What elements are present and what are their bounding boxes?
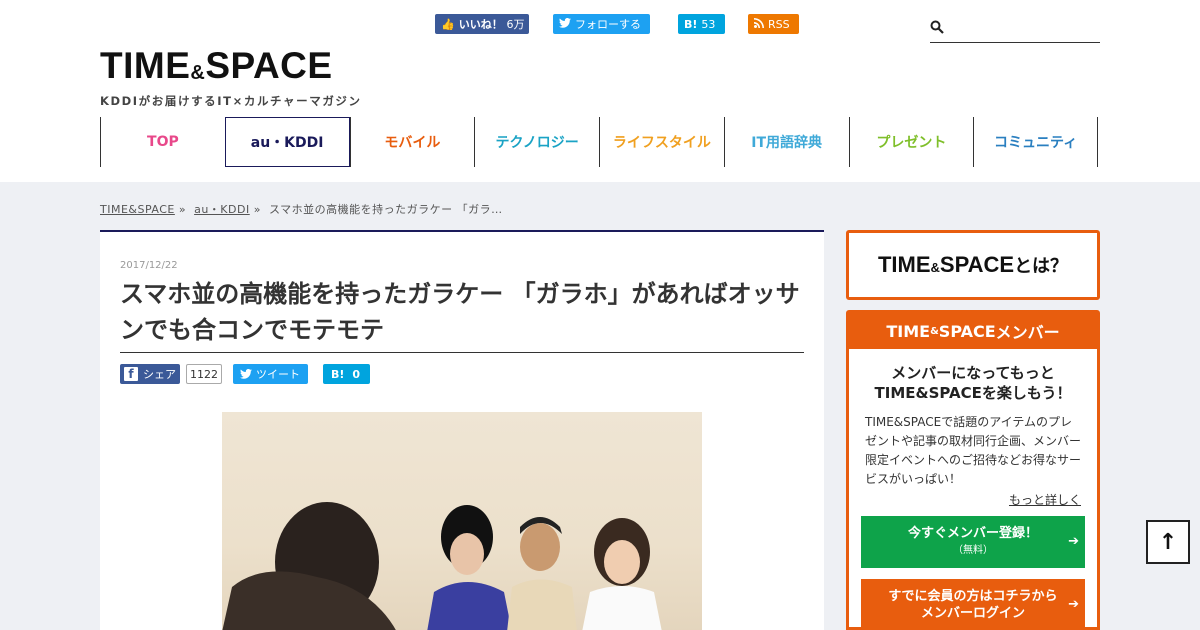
facebook-like-button[interactable]: 👍 いいね！ 6万 — [435, 14, 529, 34]
more-details-link[interactable]: もっと詳しく — [849, 491, 1081, 508]
twitter-follow-button[interactable]: フォローする — [553, 14, 650, 34]
arrow-right-icon: ➔ — [1068, 534, 1079, 549]
breadcrumb-home[interactable]: TIME&SPACE — [100, 203, 175, 216]
member-lead: メンバーになってもっと TIME&SPACEを楽しもう！ — [874, 364, 1072, 402]
article: 2017/12/22 スマホ並の高機能を持ったガラケー 「ガラホ」があればオッサ… — [100, 230, 824, 630]
breadcrumb-current: スマホ並の高機能を持ったガラケー 「ガラ… — [268, 203, 503, 216]
nav-item-7[interactable]: コミュニティ — [973, 117, 1098, 167]
nav-item-5[interactable]: IT用語辞典 — [723, 117, 849, 167]
hatena-bookmark-share-button[interactable]: B! 0 — [323, 364, 370, 384]
nav-item-6[interactable]: プレゼント — [848, 117, 974, 167]
facebook-share-button[interactable]: f シェア — [120, 364, 180, 384]
back-to-top-button[interactable]: ↑ — [1146, 520, 1190, 564]
article-hero-image — [222, 412, 702, 630]
site-header: TIME&SPACE KDDIがお届けするIT×カルチャーマガジン 👍 いいね！… — [0, 0, 1200, 182]
hatena-share-count: 0 — [352, 367, 361, 381]
nav-item-2[interactable]: モバイル — [349, 117, 475, 167]
rss-icon — [754, 17, 764, 31]
hero-photo-illustration — [222, 502, 662, 630]
member-description: TIME&SPACEで話題のアイテムのプレゼントや記事の取材同行企画、メンバー限… — [865, 415, 1082, 486]
search-box — [930, 14, 1100, 43]
like-count: 6万 — [506, 18, 525, 31]
about-time-and-space-banner[interactable]: TIME&SPACEとは？ — [846, 230, 1100, 300]
facebook-share-count: 1122 — [186, 364, 222, 384]
hatena-bookmark-button[interactable]: B! 53 — [678, 14, 725, 34]
hatena-icon: B! — [684, 17, 698, 31]
nav-item-0[interactable]: TOP — [100, 117, 225, 167]
twitter-bird-icon — [240, 369, 252, 379]
member-login-button[interactable]: すでに会員の方はコチラから メンバーログイン ➔ — [861, 579, 1085, 630]
breadcrumb-separator: » — [178, 203, 187, 216]
search-input[interactable] — [950, 16, 1098, 40]
breadcrumb: TIME&SPACE» au・KDDI» スマホ並の高機能を持ったガラケー 「ガ… — [100, 201, 503, 217]
member-panel: TIME & SPACE メンバー メンバーになってもっと TIME&SPACEを楽… — [846, 310, 1100, 630]
article-date: 2017/12/22 — [120, 260, 178, 271]
main-nav: TOP au・KDDI モバイル テクノロジー ライフスタイル IT用語辞典 プレゼント コミ… — [100, 117, 1098, 167]
arrow-up-icon: ↑ — [1158, 529, 1178, 555]
member-register-button[interactable]: 今すぐメンバー登録！ （無料） ➔ — [861, 516, 1085, 568]
tweet-button[interactable]: ツイート — [233, 364, 308, 384]
facebook-icon: f — [124, 367, 138, 381]
site-logo[interactable]: TIME&SPACE KDDIがお届けするIT×カルチャーマガジン — [100, 46, 362, 109]
logo-wordmark: TIME&SPACE — [100, 45, 333, 86]
rss-button[interactable]: RSS — [748, 14, 799, 34]
about-banner-text: TIME&SPACEとは？ — [877, 252, 1069, 277]
member-panel-header: TIME & SPACE メンバー — [849, 313, 1097, 349]
search-icon[interactable] — [930, 20, 944, 34]
breadcrumb-category[interactable]: au・KDDI — [194, 203, 250, 216]
breadcrumb-separator: » — [253, 203, 261, 216]
arrow-right-icon: ➔ — [1068, 597, 1079, 612]
title-divider — [120, 352, 804, 353]
nav-item-1[interactable]: au・KDDI — [224, 117, 350, 167]
hatena-count: 53 — [701, 17, 716, 31]
twitter-bird-icon — [559, 17, 571, 31]
nav-item-4[interactable]: ライフスタイル — [599, 117, 724, 167]
nav-item-3[interactable]: テクノロジー — [474, 117, 599, 167]
thumbs-up-icon: 👍 — [441, 17, 455, 31]
logo-tagline: KDDIがお届けするIT×カルチャーマガジン — [100, 94, 362, 108]
article-title: スマホ並の高機能を持ったガラケー 「ガラホ」があればオッサンでも合コンでモテモテ — [120, 280, 800, 344]
hatena-icon: B! — [331, 367, 345, 381]
